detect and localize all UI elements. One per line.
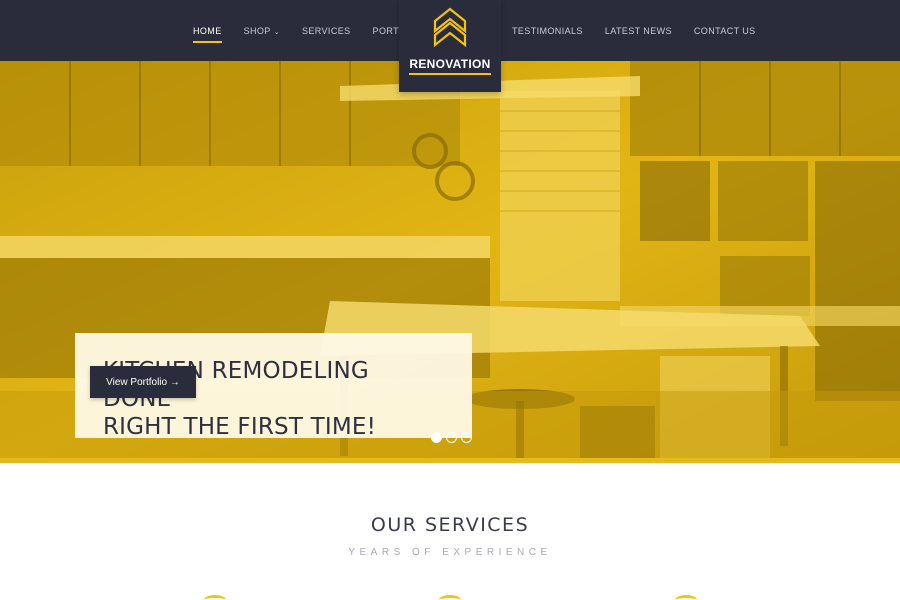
service-icon — [204, 595, 226, 600]
services-title: OUR SERVICES — [370, 514, 530, 536]
hero-slider: KITCHEN REMODELING DONE RIGHT THE FIRST … — [0, 61, 900, 461]
nav-testimonials[interactable]: TESTIMONIALS — [512, 26, 583, 36]
site-logo[interactable]: RENOVATION — [399, 0, 501, 92]
nav-home[interactable]: HOME — [193, 26, 222, 43]
nav-contact-us[interactable]: CONTACT US — [694, 26, 756, 36]
services-subtitle: YEARS OF EXPERIENCE — [348, 547, 552, 558]
chevron-down-icon: ⌄ — [273, 28, 280, 36]
slider-dot-1[interactable] — [431, 432, 442, 443]
nav-services[interactable]: SERVICES — [302, 26, 351, 36]
slider-dot-2[interactable] — [446, 432, 457, 443]
nav-shop-label: SHOP — [243, 25, 271, 36]
nav-shop[interactable]: SHOP ⌄ — [244, 26, 280, 36]
slider-pagination — [431, 432, 472, 443]
chevron-up-icon — [433, 7, 467, 48]
nav-latest-news[interactable]: LATEST NEWS — [605, 26, 672, 36]
service-icon — [439, 595, 461, 600]
slider-dot-3[interactable] — [461, 432, 472, 443]
view-portfolio-button[interactable]: View Portfolio → — [90, 366, 196, 398]
logo-text: RENOVATION — [409, 57, 491, 75]
service-icon — [675, 595, 697, 600]
nav-right-group: TESTIMONIALS LATEST NEWS CONTACT US — [512, 0, 778, 61]
hero-divider — [0, 458, 900, 463]
hero-caption-line-2: RIGHT THE FIRST TIME! — [103, 414, 377, 440]
